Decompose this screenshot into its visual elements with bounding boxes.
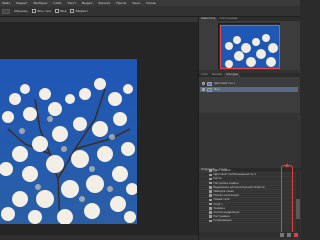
history-item-label: Слой 1 <box>213 202 223 206</box>
history-step-icon <box>209 177 212 181</box>
history-panel: Операции Стили Цвет ячейки Цветовой тон/… <box>199 113 301 240</box>
history-item-label: Настройка ячейки <box>213 181 239 185</box>
history-item-label: Выделение дополнительной области <box>213 185 265 189</box>
view-checkbox[interactable] <box>55 9 60 13</box>
highlight-annotation <box>281 165 293 237</box>
view-option[interactable]: Вид <box>55 9 66 13</box>
history-item-label: Режим наложения <box>213 194 239 198</box>
effect-label: Эффект <box>75 9 89 13</box>
layer-row[interactable]: Цветовой тон 1 <box>200 81 298 86</box>
history-scroll-thumb[interactable] <box>296 199 300 219</box>
view-label: Вид <box>60 9 67 13</box>
all-layers-checkbox[interactable] <box>32 9 37 13</box>
layer-thumbnail <box>207 87 212 92</box>
menu-edit[interactable]: Редакт <box>16 1 27 5</box>
history-item-label: Цветовой тон/Насыщенность 1 <box>213 173 257 177</box>
history-footer <box>199 232 301 238</box>
camera-icon[interactable] <box>287 233 291 237</box>
all-layers-option[interactable]: Все слои <box>32 9 51 13</box>
eye-icon[interactable] <box>202 88 205 91</box>
history-step-icon <box>209 194 212 197</box>
tab-navigator[interactable]: Навигатор <box>199 17 218 21</box>
layer-label: Фон <box>214 88 220 91</box>
sample-label: Образец: <box>14 9 29 13</box>
navigator-preview-frame <box>218 23 280 69</box>
effect-option[interactable]: Эффект <box>70 9 88 13</box>
menu-filter[interactable]: Фильтр <box>98 1 110 5</box>
history-item-label: Цвет ячейки <box>213 169 231 173</box>
history-step-icon <box>209 198 212 202</box>
history-step-icon <box>209 190 212 193</box>
history-scrollbar[interactable] <box>296 169 300 232</box>
menu-file[interactable]: Файл <box>2 1 10 5</box>
sample-option[interactable]: Образец: <box>14 9 28 13</box>
menu-layer[interactable]: Слой <box>53 1 61 5</box>
arrow-up-icon <box>285 163 289 167</box>
menu-help[interactable]: Справ <box>146 1 156 5</box>
history-item-label: Растушевка <box>213 215 230 219</box>
history-step-icon <box>209 181 212 185</box>
document-tab[interactable] <box>0 17 198 22</box>
history-item-label: Новый слой <box>213 198 230 202</box>
eye-icon[interactable] <box>202 82 205 85</box>
all-layers-label: Все слои <box>37 9 52 13</box>
canvas-area[interactable] <box>0 17 198 240</box>
layer-thumbnail <box>207 81 212 86</box>
right-panel-dock: Навигатор Гистограмма Слои Каналы Контур… <box>198 17 301 240</box>
layers-tabs: Слои Каналы Контуры <box>199 73 301 77</box>
navigator-thumbnail-image <box>221 26 279 68</box>
layer-label: Цветовой тон 1 <box>214 82 236 85</box>
history-step-icon <box>209 207 212 210</box>
history-step-icon <box>209 173 212 177</box>
history-item-label: Снятие выделения <box>213 210 240 214</box>
history-step-icon <box>209 215 212 218</box>
history-step-icon <box>209 169 212 172</box>
trash-icon[interactable] <box>294 233 298 237</box>
navigator-preview[interactable] <box>220 25 280 69</box>
layer-row-selected[interactable]: Фон <box>200 87 298 92</box>
navigator-tabs: Навигатор Гистограмма <box>199 17 301 21</box>
history-item-label: Заливка <box>213 206 225 210</box>
document-photo[interactable] <box>0 59 137 224</box>
history-step-icon <box>209 211 212 214</box>
new-document-icon[interactable] <box>280 233 284 237</box>
history-step-icon <box>209 202 212 206</box>
options-bar: Образец: Все слои Вид Эффект <box>0 6 300 17</box>
canvas-scrollbar[interactable] <box>0 235 198 240</box>
blossom-tree-image <box>0 59 137 224</box>
tool-preset-button[interactable] <box>2 8 10 14</box>
tab-histogram[interactable]: Гистограмма <box>217 17 240 21</box>
history-item-label: Кисть <box>213 177 222 181</box>
history-item-label: Обводка ячеек <box>213 190 234 194</box>
tab-paths[interactable]: Контуры <box>224 73 241 77</box>
layers-panel: Слои Каналы Контуры Цветовой тон 1 Фон <box>199 73 301 113</box>
history-step-icon <box>209 186 212 189</box>
menu-select[interactable]: Выдел <box>82 1 92 5</box>
menu-window[interactable]: Окно <box>132 1 140 5</box>
history-item-label: Копирование <box>213 219 232 223</box>
tab-channels[interactable]: Каналы <box>209 73 225 77</box>
navigator-panel: Навигатор Гистограмма <box>199 17 301 73</box>
tab-layers[interactable]: Слои <box>199 73 210 77</box>
menu-image[interactable]: Изображ <box>33 1 47 5</box>
effect-checkbox[interactable] <box>70 9 75 13</box>
menu-type[interactable]: Текст <box>67 1 76 5</box>
history-step-icon <box>209 219 212 223</box>
menu-view[interactable]: Просм <box>116 1 126 5</box>
